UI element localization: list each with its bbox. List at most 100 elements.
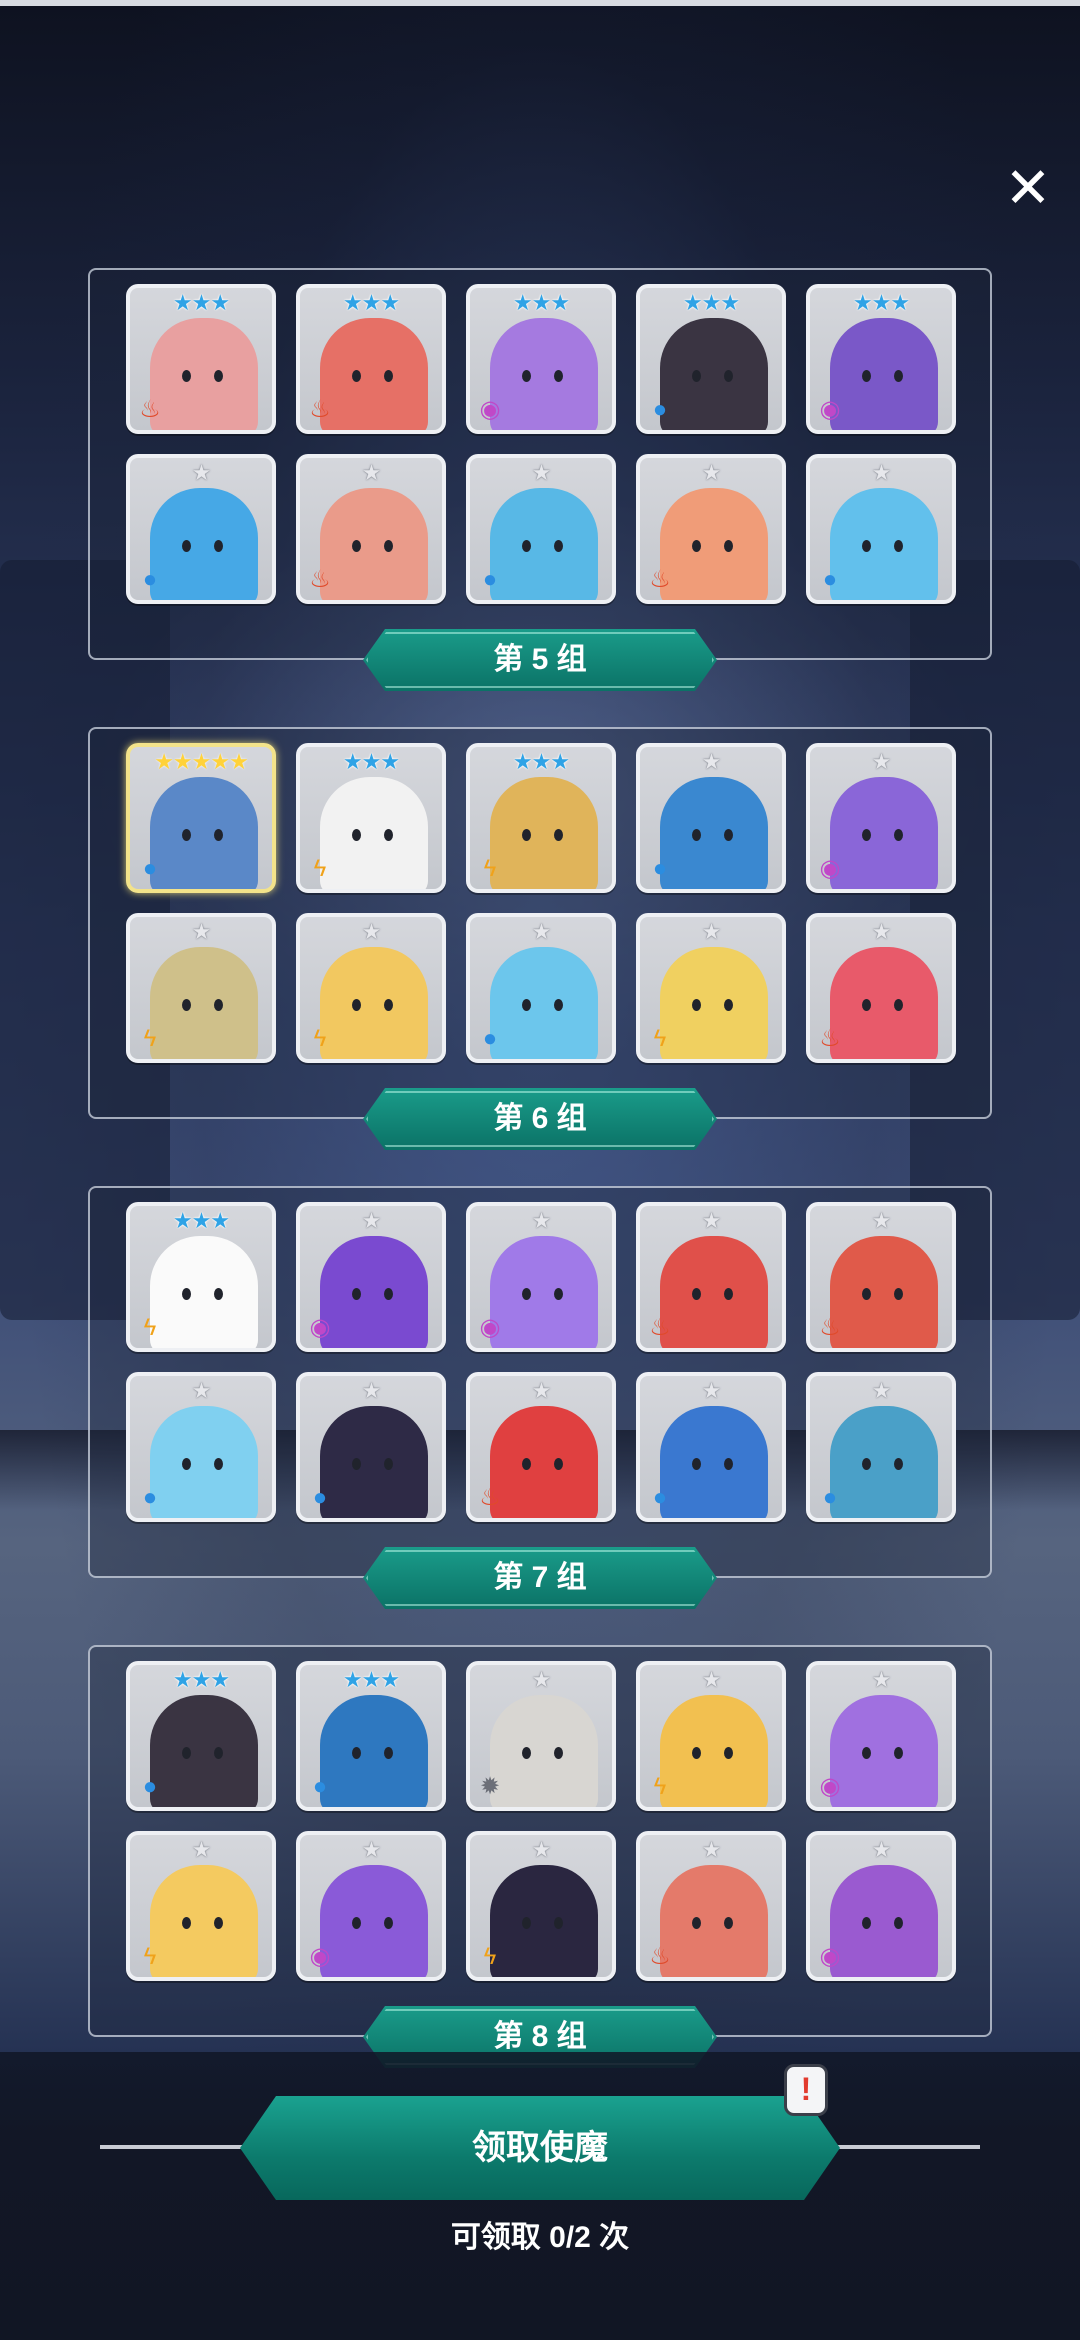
star-rating: ★ <box>871 1378 892 1403</box>
star-rating: ★★★★★ <box>154 749 249 774</box>
portrait-eye <box>894 999 903 1011</box>
familiar-row: ★★★ ● ★★★ ● ★ ✹ ★ ϟ ★ ◉ <box>126 1661 956 1811</box>
familiar-card[interactable]: ★ ♨ <box>636 1202 786 1352</box>
group-label-ribbon: 第 7 组 <box>363 1547 717 1609</box>
portrait-eye <box>724 370 733 382</box>
portrait-eye <box>522 999 531 1011</box>
familiar-portrait <box>660 1406 768 1518</box>
familiar-card[interactable]: ★ ϟ <box>636 1661 786 1811</box>
familiar-card[interactable]: ★ ● <box>126 1372 276 1522</box>
star-rating: ★★★ <box>172 290 230 315</box>
familiar-card[interactable]: ★ ● <box>806 1372 956 1522</box>
portrait-eye <box>384 1458 393 1470</box>
familiar-portrait <box>320 947 428 1059</box>
familiar-card[interactable]: ★★★ ● <box>296 1661 446 1811</box>
familiar-card[interactable]: ★ ϟ <box>636 913 786 1063</box>
familiar-card[interactable]: ★★★ ϟ <box>126 1202 276 1352</box>
familiar-card[interactable]: ★★★ ◉ <box>806 284 956 434</box>
star-rating: ★ <box>361 460 382 485</box>
familiar-card[interactable]: ★ ♨ <box>636 454 786 604</box>
familiar-card[interactable]: ★ ✹ <box>466 1661 616 1811</box>
familiar-card[interactable]: ★ ϟ <box>126 913 276 1063</box>
familiar-card[interactable]: ★ ● <box>126 454 276 604</box>
familiar-card[interactable]: ★★★ ♨ <box>126 284 276 434</box>
familiar-card[interactable]: ★ ♨ <box>466 1372 616 1522</box>
claim-familiar-button[interactable]: 领取使魔 <box>240 2096 840 2200</box>
portrait-eye <box>554 829 563 841</box>
familiar-card[interactable]: ★ ● <box>636 743 786 893</box>
familiar-portrait <box>150 318 258 430</box>
familiar-portrait <box>660 1695 768 1807</box>
familiar-portrait <box>320 1695 428 1807</box>
star-rating: ★ <box>361 1208 382 1233</box>
fire-icon: ♨ <box>819 1025 841 1052</box>
familiar-card[interactable]: ★★★ ϟ <box>466 743 616 893</box>
familiar-portrait <box>320 318 428 430</box>
familiar-card[interactable]: ★ ♨ <box>296 454 446 604</box>
portrait-eye <box>214 1458 223 1470</box>
familiar-card[interactable]: ★ ϟ <box>466 1831 616 1981</box>
star-rating: ★★★ <box>682 290 740 315</box>
portrait-eye <box>894 1288 903 1300</box>
familiar-card[interactable]: ★ ● <box>636 1372 786 1522</box>
familiar-card[interactable]: ★★★ ◉ <box>466 284 616 434</box>
portrait-eye <box>724 1288 733 1300</box>
familiar-card[interactable]: ★★★ ♨ <box>296 284 446 434</box>
portrait-eye <box>352 540 361 552</box>
portrait-eye <box>692 540 701 552</box>
water-drop-icon: ● <box>312 1484 328 1511</box>
portrait-eye <box>894 1458 903 1470</box>
familiar-card[interactable]: ★ ϟ <box>296 913 446 1063</box>
familiar-card[interactable]: ★ ♨ <box>636 1831 786 1981</box>
familiar-portrait <box>490 318 598 430</box>
familiar-card[interactable]: ★★★★★ ● <box>126 743 276 893</box>
star-rating: ★ <box>871 1837 892 1862</box>
familiar-card[interactable]: ★ ◉ <box>806 1831 956 1981</box>
portrait-eye <box>724 1917 733 1929</box>
portrait-eye <box>384 370 393 382</box>
familiar-card[interactable]: ★ ◉ <box>806 1661 956 1811</box>
familiar-portrait <box>150 947 258 1059</box>
familiar-portrait <box>660 488 768 600</box>
familiar-card[interactable]: ★ ● <box>296 1372 446 1522</box>
familiar-card[interactable]: ★ ◉ <box>296 1831 446 1981</box>
swirl-icon: ◉ <box>309 1943 331 1970</box>
fire-icon: ♨ <box>309 566 331 593</box>
familiar-card[interactable]: ★ ◉ <box>296 1202 446 1352</box>
familiar-portrait <box>150 777 258 889</box>
star-rating: ★ <box>361 1378 382 1403</box>
familiar-grid: ★★★ ♨ ★★★ ♨ ★★★ ◉ ★★★ ● ★★★ ◉ ★ ● ★ ♨ ★ ● ★ ♨ ★ ● <box>126 284 956 624</box>
familiar-card[interactable]: ★★★ ϟ <box>296 743 446 893</box>
familiar-card[interactable]: ★★★ ● <box>636 284 786 434</box>
familiar-card[interactable]: ★ ● <box>466 913 616 1063</box>
star-rating: ★ <box>701 1667 722 1692</box>
water-drop-icon: ● <box>142 1773 158 1800</box>
familiar-card[interactable]: ★★★ ● <box>126 1661 276 1811</box>
star-rating: ★ <box>871 1208 892 1233</box>
familiar-group-7: ★★★ ϟ ★ ◉ ★ ◉ ★ ♨ ★ ♨ ★ ● ★ ● ★ ♨ ★ ● ★ ● <box>88 1186 992 1578</box>
star-rating: ★ <box>871 1667 892 1692</box>
star-rating: ★ <box>871 919 892 944</box>
familiar-card[interactable]: ★ ◉ <box>806 743 956 893</box>
star-rating: ★ <box>701 749 722 774</box>
star-rating: ★★★ <box>342 749 400 774</box>
familiar-card[interactable]: ★ ♨ <box>806 913 956 1063</box>
familiar-portrait <box>150 1695 258 1807</box>
lightning-icon: ϟ <box>313 1025 327 1052</box>
familiar-card[interactable]: ★ ϟ <box>126 1831 276 1981</box>
familiar-card[interactable]: ★ ◉ <box>466 1202 616 1352</box>
portrait-eye <box>182 1917 191 1929</box>
close-icon[interactable]: ✕ <box>1002 160 1054 216</box>
portrait-eye <box>522 1917 531 1929</box>
portrait-eye <box>522 370 531 382</box>
familiar-grid: ★★★ ● ★★★ ● ★ ✹ ★ ϟ ★ ◉ ★ ϟ ★ ◉ ★ ϟ ★ ♨ ★ ◉ <box>126 1661 956 2001</box>
portrait-eye <box>692 999 701 1011</box>
portrait-eye <box>214 1917 223 1929</box>
star-rating: ★ <box>701 460 722 485</box>
portrait-eye <box>554 370 563 382</box>
familiar-card[interactable]: ★ ● <box>466 454 616 604</box>
familiar-card[interactable]: ★ ♨ <box>806 1202 956 1352</box>
portrait-eye <box>214 1288 223 1300</box>
familiar-row: ★★★ ϟ ★ ◉ ★ ◉ ★ ♨ ★ ♨ <box>126 1202 956 1352</box>
familiar-card[interactable]: ★ ● <box>806 454 956 604</box>
